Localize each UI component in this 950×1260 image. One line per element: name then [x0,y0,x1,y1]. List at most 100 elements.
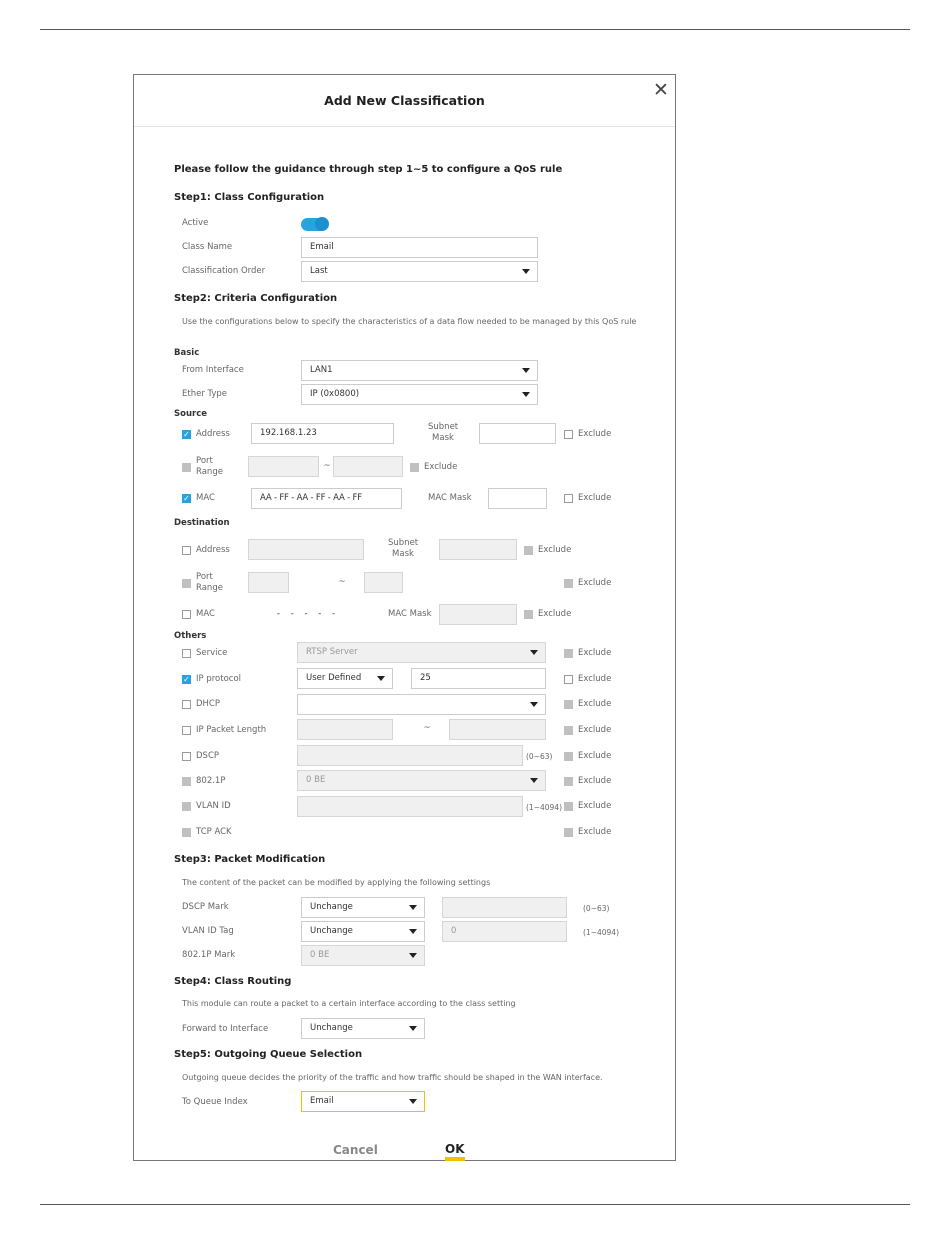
destination-address-exclude-checkbox[interactable] [524,546,533,555]
top-rule [40,29,910,30]
dscp-checkbox[interactable] [182,752,191,761]
dhcp-select[interactable] [297,694,546,715]
p8021-checkbox[interactable] [182,777,191,786]
ip-packet-length-checkbox[interactable] [182,726,191,735]
cancel-button[interactable]: Cancel [333,1143,378,1157]
source-subnet-mask-input[interactable] [479,423,556,444]
ip-packet-length-exclude-checkbox[interactable] [564,726,573,735]
source-port-range-label: Port Range [196,456,223,477]
basic-title: Basic [174,348,200,358]
service-checkbox[interactable] [182,649,191,658]
destination-port-exclude-checkbox[interactable] [564,579,573,588]
forward-interface-select[interactable]: Unchange [301,1018,425,1039]
dhcp-exclude-checkbox[interactable] [564,700,573,709]
active-toggle[interactable] [301,217,329,231]
classification-order-select[interactable]: Last [301,261,538,282]
ip-protocol-select[interactable]: User Defined [297,668,393,689]
ether-type-select[interactable]: IP (0x0800) [301,384,538,405]
ether-type-value: IP (0x0800) [310,389,360,399]
close-icon[interactable]: ✕ [651,80,671,100]
classification-order-value: Last [310,266,328,276]
ip-protocol-number-input[interactable]: 25 [411,668,546,689]
dscp-mark-value: Unchange [310,902,353,912]
dscp-label: DSCP [196,751,220,761]
destination-mac-checkbox[interactable] [182,610,191,619]
exclude-label: Exclude [578,751,612,761]
vlan-tag-select[interactable]: Unchange [301,921,425,942]
chevron-down-icon [530,702,538,707]
source-mac-input[interactable]: AA - FF - AA - FF - AA - FF [251,488,402,509]
vlan-tag-input[interactable]: 0 [442,921,567,942]
source-mac-exclude-checkbox[interactable] [564,494,573,503]
intro-text: Please follow the guidance through step … [174,164,563,175]
source-address-checkbox[interactable]: ✓ [182,430,191,439]
ok-button[interactable]: OK [445,1143,465,1161]
step3-heading: Step3: Packet Modification [174,854,326,865]
dhcp-checkbox[interactable] [182,700,191,709]
step5-description: Outgoing queue decides the priority of t… [182,1073,603,1082]
source-mac-mask-input[interactable] [488,488,547,509]
destination-address-input[interactable] [248,539,364,560]
destination-mac-label: MAC [196,609,215,619]
source-mac-mask-label: MAC Mask [428,493,472,503]
tcp-ack-exclude-checkbox[interactable] [564,828,573,837]
source-mac-checkbox[interactable]: ✓ [182,494,191,503]
chevron-down-icon [409,905,417,910]
destination-subnet-mask-input[interactable] [439,539,517,560]
p8021-mark-value: 0 BE [310,950,330,960]
from-interface-select[interactable]: LAN1 [301,360,538,381]
destination-port-range-checkbox[interactable] [182,579,191,588]
p8021-select[interactable]: 0 BE [297,770,546,791]
destination-address-checkbox[interactable] [182,546,191,555]
source-address-exclude-checkbox[interactable] [564,430,573,439]
source-port-range-checkbox[interactable] [182,463,191,472]
queue-index-value: Email [310,1096,334,1106]
dscp-input[interactable] [297,745,523,766]
chevron-down-icon [522,269,530,274]
destination-mac-mask-input[interactable] [439,604,517,625]
ip-packet-length-max-input[interactable] [449,719,546,740]
chevron-down-icon [530,778,538,783]
destination-subnet-mask-label: Subnet Mask [388,538,419,559]
service-select[interactable]: RTSP Server [297,642,546,663]
tcp-ack-checkbox[interactable] [182,828,191,837]
ip-protocol-exclude-checkbox[interactable] [564,675,573,684]
queue-index-label: To Queue Index [182,1097,248,1107]
forward-interface-label: Forward to Interface [182,1024,269,1034]
ip-protocol-checkbox[interactable]: ✓ [182,675,191,684]
p8021-value: 0 BE [306,775,326,785]
from-interface-label: From Interface [182,365,244,375]
p8021-exclude-checkbox[interactable] [564,777,573,786]
ip-packet-length-min-input[interactable] [297,719,393,740]
active-label: Active [182,218,209,228]
ip-packet-length-label: IP Packet Length [196,725,267,735]
queue-index-select[interactable]: Email [301,1091,425,1112]
source-address-input[interactable]: 192.168.1.23 [251,423,394,444]
bottom-rule [40,1204,910,1205]
dscp-mark-input[interactable] [442,897,567,918]
service-label: Service [196,648,228,658]
vlan-id-exclude-checkbox[interactable] [564,802,573,811]
class-name-input[interactable]: Email [301,237,538,258]
vlan-id-input[interactable] [297,796,523,817]
destination-mac-input[interactable]: - - - - - [248,604,364,625]
dscp-mark-label: DSCP Mark [182,902,229,912]
step3-description: The content of the packet can be modifie… [182,878,491,887]
step4-heading: Step4: Class Routing [174,976,292,987]
destination-port-end-input[interactable] [364,572,403,593]
source-port-exclude-checkbox[interactable] [410,463,419,472]
dscp-mark-select[interactable]: Unchange [301,897,425,918]
service-exclude-checkbox[interactable] [564,649,573,658]
destination-mac-exclude-checkbox[interactable] [524,610,533,619]
p8021-mark-select[interactable]: 0 BE [301,945,425,966]
classification-order-label: Classification Order [182,266,266,276]
step1-heading: Step1: Class Configuration [174,192,325,203]
source-port-end-input[interactable] [333,456,403,477]
exclude-label: Exclude [538,609,572,619]
destination-port-start-input[interactable] [248,572,289,593]
chevron-down-icon [409,929,417,934]
vlan-id-checkbox[interactable] [182,802,191,811]
source-port-start-input[interactable] [248,456,319,477]
chevron-down-icon [377,676,385,681]
dscp-exclude-checkbox[interactable] [564,752,573,761]
